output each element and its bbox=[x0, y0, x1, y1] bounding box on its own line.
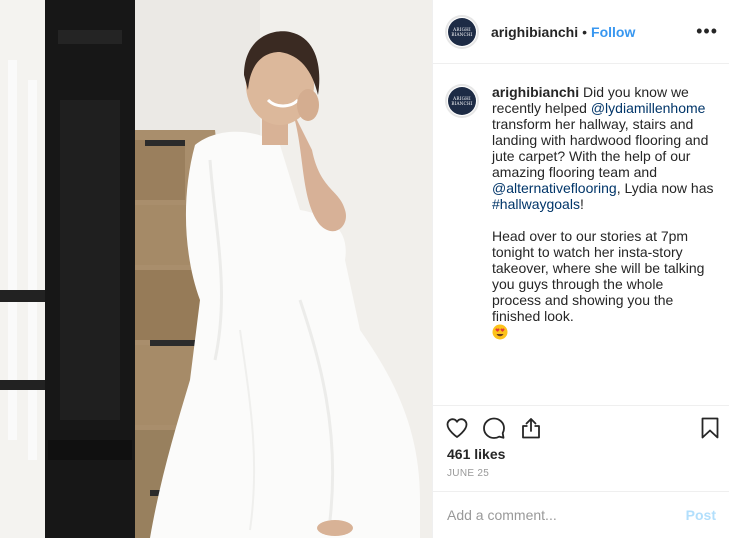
likes-count[interactable]: 461 likes bbox=[447, 446, 505, 462]
follow-button[interactable]: Follow bbox=[591, 24, 635, 40]
mention-alternativeflooring[interactable]: @alternativeflooring bbox=[492, 180, 617, 196]
mention-lydiamillenhome[interactable]: @lydiamillenhome bbox=[591, 100, 706, 116]
caption-avatar[interactable]: ARIGHI BIANCHI bbox=[445, 84, 479, 118]
author-username[interactable]: arighibianchi bbox=[491, 24, 578, 40]
comment-icon[interactable] bbox=[482, 416, 506, 440]
caption-logo-line-2: BIANCHI bbox=[451, 101, 473, 106]
caption-paragraph-2: Head over to our stories at 7pm tonight … bbox=[492, 228, 705, 324]
caption-text: arighibianchi Did you know we recently h… bbox=[492, 84, 716, 404]
hashtag-hallwaygoals[interactable]: #hallwaygoals bbox=[492, 196, 580, 212]
heart-eyes-emoji-icon bbox=[492, 324, 508, 340]
post-comment-button[interactable]: Post bbox=[686, 507, 716, 523]
post-header: ARIGHI BIANCHI arighibianchi • Follow ••… bbox=[433, 0, 729, 64]
caption-username[interactable]: arighibianchi bbox=[492, 84, 579, 100]
logo-line-2: BIANCHI bbox=[451, 31, 473, 37]
caption-brand-logo: ARIGHI BIANCHI bbox=[448, 87, 476, 115]
more-options-icon[interactable]: ••• bbox=[696, 22, 718, 40]
post-photo[interactable] bbox=[0, 0, 432, 538]
action-bar bbox=[433, 405, 729, 445]
comment-bar: Post bbox=[433, 491, 729, 538]
heart-icon[interactable] bbox=[445, 416, 469, 440]
caption-text-4: ! bbox=[579, 196, 584, 212]
brand-logo: ARIGHI BIANCHI bbox=[448, 17, 476, 46]
post-panel: ARIGHI BIANCHI arighibianchi • Follow ••… bbox=[432, 0, 729, 538]
comment-input[interactable] bbox=[447, 507, 686, 523]
share-icon[interactable] bbox=[519, 416, 543, 440]
post-date: JUNE 25 bbox=[447, 468, 490, 479]
author-avatar[interactable]: ARIGHI BIANCHI bbox=[445, 14, 479, 49]
caption-section: ARIGHI BIANCHI arighibianchi Did you kno… bbox=[433, 72, 729, 404]
bookmark-icon[interactable] bbox=[698, 416, 722, 440]
photo-image bbox=[0, 0, 432, 538]
caption-text-3: , Lydia now has bbox=[616, 180, 714, 196]
caption-text-2: transform her hallway, stairs and landin… bbox=[492, 116, 709, 180]
header-separator: • bbox=[582, 23, 588, 40]
